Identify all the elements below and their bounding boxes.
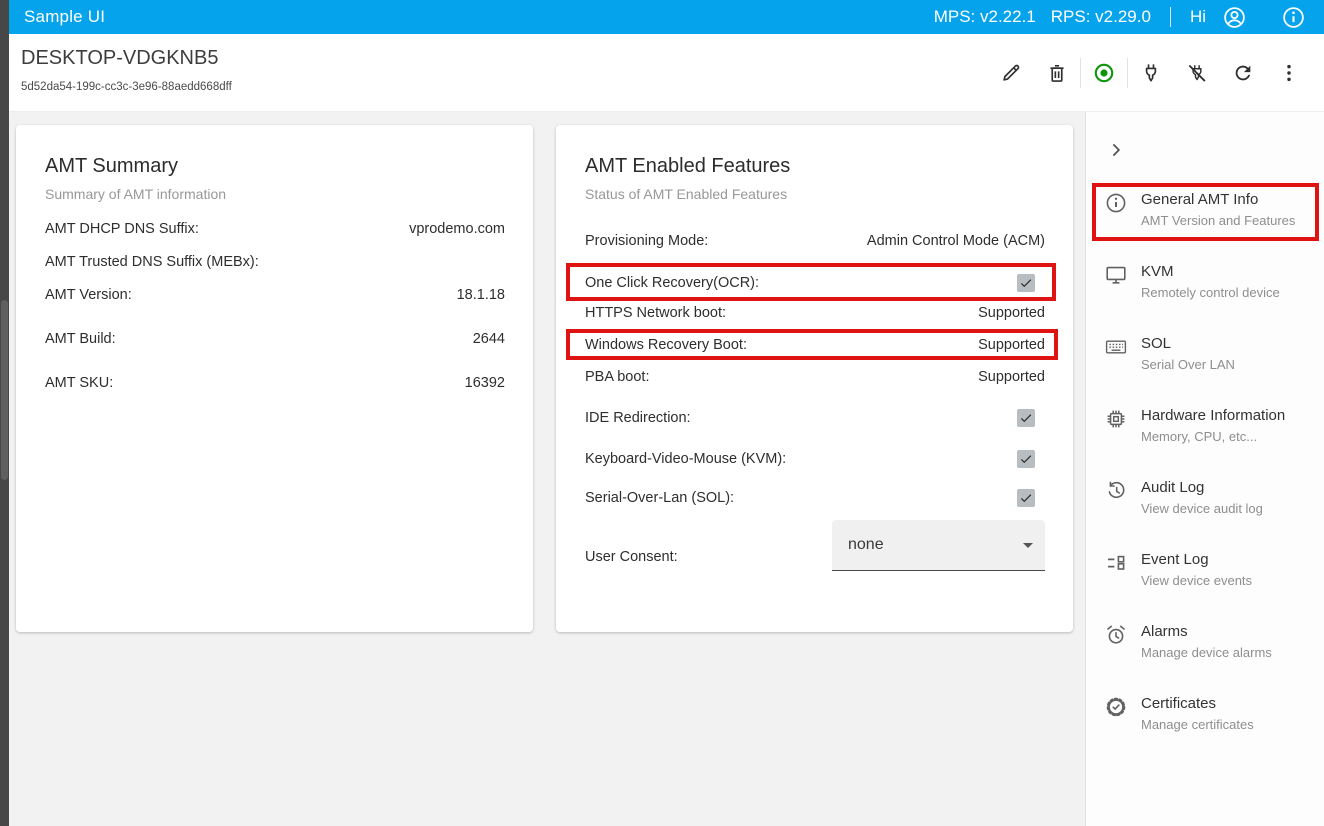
kvm-checkbox[interactable]: [1017, 450, 1035, 468]
app-toolbar: Sample UI MPS: v2.22.1 RPS: v2.29.0 Hi: [9, 0, 1324, 34]
connection-status-button[interactable]: [1081, 53, 1127, 93]
left-scrollbar[interactable]: [0, 0, 9, 826]
feature-row-ide-redirection: IDE Redirection:: [585, 408, 1045, 428]
check-icon: [1019, 411, 1033, 425]
summary-row: AMT SKU:16392: [45, 373, 505, 393]
collapse-sidebar-button[interactable]: [1102, 136, 1130, 164]
greeting-label: Hi: [1190, 7, 1206, 27]
delete-button[interactable]: [1034, 53, 1080, 93]
device-name: DESKTOP-VDGKNB5: [21, 47, 218, 70]
trash-icon: [1052, 68, 1062, 81]
status-connected-icon: [1092, 61, 1116, 85]
main-content: AMT Summary Summary of AMT information A…: [9, 112, 1085, 826]
device-nav-sidebar: General AMT Info AMT Version and Feature…: [1085, 112, 1324, 826]
scrollbar-thumb[interactable]: [1, 300, 8, 480]
edit-button[interactable]: [988, 53, 1034, 93]
summary-row: AMT Trusted DNS Suffix (MEBx):: [45, 252, 505, 272]
chevron-right-icon: [1106, 140, 1126, 160]
features-subtitle: Status of AMT Enabled Features: [585, 186, 787, 202]
summary-row: AMT DHCP DNS Suffix:vprodemo.com: [45, 219, 505, 239]
user-consent-select[interactable]: none: [832, 520, 1045, 571]
feature-row-pba-boot: PBA boot:Supported: [585, 367, 1045, 387]
monitor-icon: [1104, 263, 1128, 287]
certificate-icon: [1104, 695, 1128, 719]
device-header: DESKTOP-VDGKNB5 5d52da54-199c-cc3c-3e96-…: [9, 34, 1324, 112]
user-consent-label: User Consent:: [585, 547, 678, 567]
history-icon: [1104, 479, 1128, 503]
refresh-icon: [1232, 62, 1254, 84]
device-uuid: 5d52da54-199c-cc3c-3e96-88aedd668dff: [21, 81, 232, 93]
event-list-icon: [1104, 551, 1128, 575]
amt-features-card: AMT Enabled Features Status of AMT Enabl…: [556, 125, 1073, 632]
account-icon[interactable]: [1221, 4, 1247, 30]
sidebar-item-kvm[interactable]: KVM Remotely control device: [1104, 262, 1314, 301]
device-toolbar: [988, 53, 1312, 93]
sidebar-item-general-amt-info[interactable]: General AMT Info AMT Version and Feature…: [1104, 190, 1314, 229]
feature-row-https-boot: HTTPS Network boot:Supported: [585, 303, 1045, 323]
summary-row: AMT Version:18.1.18: [45, 285, 505, 305]
keyboard-icon: [1104, 335, 1128, 359]
sidebar-item-certificates[interactable]: Certificates Manage certificates: [1104, 694, 1314, 733]
feature-row-ocr: One Click Recovery(OCR):: [585, 273, 1045, 293]
more-options-button[interactable]: [1266, 53, 1312, 93]
alarm-icon: [1104, 623, 1128, 647]
chip-icon: [1104, 407, 1128, 431]
info-icon[interactable]: [1280, 4, 1306, 30]
feature-row-provisioning: Provisioning Mode:Admin Control Mode (AC…: [585, 231, 1045, 251]
sol-checkbox[interactable]: [1017, 489, 1035, 507]
sidebar-item-audit-log[interactable]: Audit Log View device audit log: [1104, 478, 1314, 517]
app-title: Sample UI: [24, 7, 105, 27]
sidebar-item-hardware-info[interactable]: Hardware Information Memory, CPU, etc...: [1104, 406, 1314, 445]
mps-version: MPS: v2.22.1: [934, 7, 1036, 27]
check-icon: [1019, 491, 1033, 505]
refresh-button[interactable]: [1220, 53, 1266, 93]
ide-checkbox[interactable]: [1017, 409, 1035, 427]
check-icon: [1019, 452, 1033, 466]
power-disconnect-button[interactable]: [1174, 53, 1220, 93]
rps-version: RPS: v2.29.0: [1051, 7, 1151, 27]
summary-subtitle: Summary of AMT information: [45, 186, 226, 202]
sidebar-item-event-log[interactable]: Event Log View device events: [1104, 550, 1314, 589]
feature-row-sol: Serial-Over-Lan (SOL):: [585, 488, 1045, 508]
summary-row: AMT Build:2644: [45, 329, 505, 349]
check-icon: [1019, 276, 1033, 290]
chevron-down-icon: [1023, 543, 1033, 548]
amt-summary-card: AMT Summary Summary of AMT information A…: [16, 125, 533, 632]
sidebar-item-alarms[interactable]: Alarms Manage device alarms: [1104, 622, 1314, 661]
features-title: AMT Enabled Features: [585, 155, 790, 178]
topbar-divider: [1170, 7, 1171, 27]
ocr-checkbox[interactable]: [1017, 274, 1035, 292]
pencil-icon: [1004, 66, 1018, 80]
info-icon: [1104, 191, 1128, 215]
power-connect-button[interactable]: [1128, 53, 1174, 93]
feature-row-kvm: Keyboard-Video-Mouse (KVM):: [585, 449, 1045, 469]
kebab-menu-icon: [1278, 62, 1300, 84]
sidebar-item-sol[interactable]: SOL Serial Over LAN: [1104, 334, 1314, 373]
feature-row-windows-recovery: Windows Recovery Boot:Supported: [585, 335, 1045, 355]
summary-title: AMT Summary: [45, 155, 178, 178]
